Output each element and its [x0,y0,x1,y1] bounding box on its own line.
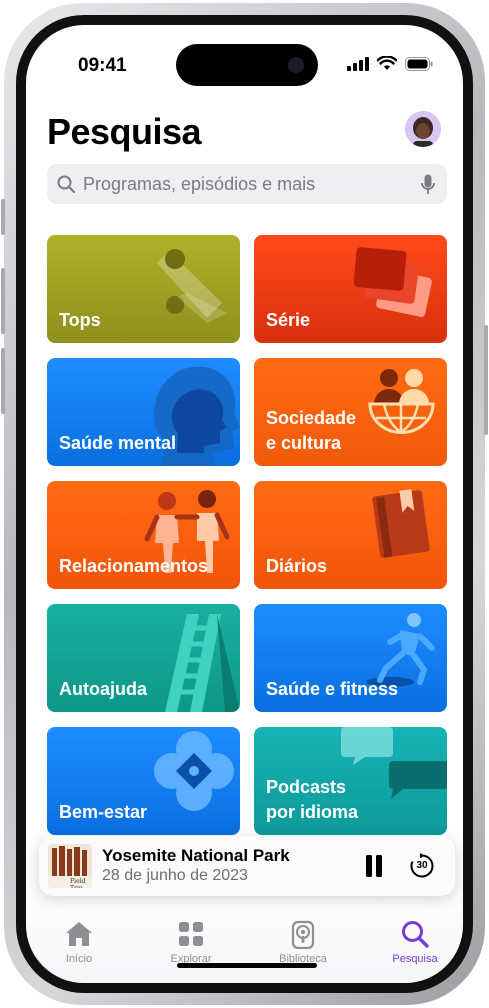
search-placeholder: Programas, episódios e mais [83,173,316,194]
search-field[interactable]: Programas, episódios e mais [47,164,447,204]
skip-forward-30-button[interactable]: 30 [409,853,435,879]
tab-inicio[interactable]: Início [39,919,119,965]
action-button [1,199,5,235]
camera-icon [288,57,304,73]
podcast-icon [291,920,315,949]
artwork-caption: Field Trip [70,878,86,888]
pause-icon[interactable] [364,855,384,877]
bezel: 09:41 Pesquisa Programas, episódios e ma… [16,15,473,993]
episode-artwork: Field Trip [48,844,92,888]
tab-explorar[interactable]: Explorar [151,919,231,965]
category-tile-relacionamentos[interactable]: Relacionamentos [47,481,240,589]
category-label: Bem-estar [59,802,148,822]
category-tile-saude-mental[interactable]: Saúde mental [47,358,240,466]
tab-bar: Início Explorar Biblioteca Pesquisa [26,899,463,983]
tab-label: Pesquisa [392,953,438,965]
category-label: Podcasts por idioma [266,777,359,822]
category-label: Diários [266,556,328,576]
house-icon [66,922,92,946]
tab-pesquisa[interactable]: Pesquisa [375,919,455,965]
avatar[interactable] [405,111,441,147]
battery-icon [405,56,433,71]
category-label: Série [266,310,311,330]
volume-down-button [1,348,5,414]
home-indicator[interactable] [177,963,317,968]
category-tile-podcasts-idioma[interactable]: Podcasts por idioma [254,727,447,835]
category-tile-autoajuda[interactable]: Autoajuda [47,604,240,712]
screen: 09:41 Pesquisa Programas, episódios e ma… [26,25,463,983]
skip-seconds-label: 30 [416,860,428,871]
volume-up-button [1,268,5,334]
cellular-signal-icon [347,56,369,71]
category-tile-diarios[interactable]: Diários [254,481,447,589]
flower-icon [154,731,234,811]
stacked-cards-icon [353,247,432,318]
category-label: Autoajuda [59,679,147,699]
tab-biblioteca[interactable]: Biblioteca [263,919,343,965]
journal-book-icon [372,489,430,558]
category-tile-saude-fitness[interactable]: Saúde e fitness [254,604,447,712]
category-tile-sociedade-cultura[interactable]: Sociedade e cultura [254,358,447,466]
category-label: Tops [59,310,101,330]
episode-date: 28 de junho de 2023 [102,867,248,884]
wifi-icon [377,56,397,70]
magnifier-icon [57,175,75,193]
magnifier-icon [402,921,429,948]
category-label: Saúde e fitness [266,679,399,699]
microphone-icon[interactable] [421,174,435,195]
chart-stars-icon [157,249,227,323]
dynamic-island [176,44,318,86]
power-button [484,325,488,435]
category-label: Sociedade e cultura [266,408,357,453]
category-label: Saúde mental [59,433,177,453]
memoji-icon [405,111,441,147]
category-label: Relacionamentos [59,556,209,576]
category-tile-bem-estar[interactable]: Bem-estar [47,727,240,835]
category-tile-tops[interactable]: Tops [47,235,240,343]
ladder-icon [165,614,240,712]
grid-icon [179,922,203,946]
category-tile-serie[interactable]: Série [254,235,447,343]
page-title: Pesquisa [47,111,202,152]
episode-title: Yosemite National Park [102,846,290,865]
mini-player[interactable]: Field Trip Yosemite National Park 28 de … [39,836,455,896]
people-globe-icon [368,369,435,434]
status-time: 09:41 [78,55,127,76]
tab-label: Início [65,953,93,965]
status-icons [347,56,433,71]
phone-frame: 09:41 Pesquisa Programas, episódios e ma… [1,3,488,1005]
